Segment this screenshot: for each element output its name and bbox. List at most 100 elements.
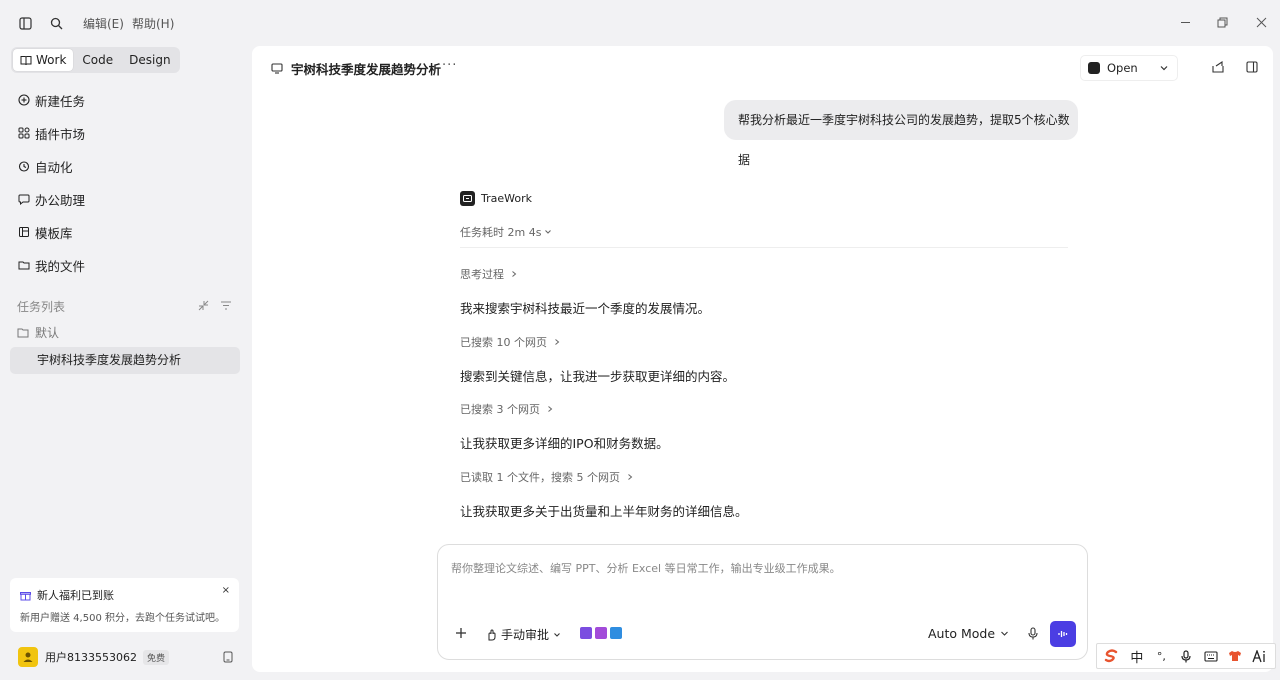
folder-default[interactable]: 默认: [17, 324, 59, 341]
mode-tabs: Work Code Design: [11, 47, 180, 73]
hand-icon: [488, 628, 496, 640]
book-icon: [20, 55, 32, 65]
step-text: 搜索到关键信息，让我进一步获取更详细的内容。: [460, 369, 736, 384]
sogou-logo-icon[interactable]: [1102, 646, 1122, 666]
chevron-down-icon[interactable]: [1159, 63, 1169, 73]
bot-header: TraeWork: [460, 191, 532, 206]
restore-icon[interactable]: [1213, 13, 1231, 31]
approval-mode-label: 手动审批: [501, 628, 550, 642]
plus-circle-icon: [18, 94, 30, 106]
open-button[interactable]: Open: [1080, 55, 1178, 81]
task-list-label: 任务列表: [17, 300, 66, 314]
phone-icon[interactable]: [220, 649, 236, 665]
nav-new-task-label: 新建任务: [35, 93, 86, 109]
step-search-label: 已搜索 3 个网页: [460, 403, 540, 416]
doc-title-row: 宇树科技季度发展趋势分析: [271, 59, 441, 78]
nav-plugin-market-label: 插件市场: [35, 126, 86, 142]
nav-automation-label: 自动化: [35, 159, 73, 175]
minimize-icon[interactable]: [1176, 13, 1194, 31]
chevron-down-icon: [554, 632, 560, 637]
step-thinking[interactable]: 思考过程: [460, 266, 517, 282]
composer-input[interactable]: 帮你整理论文综述、编写 PPT、分析 Excel 等日常工作，输出专业级工作成果…: [451, 560, 841, 576]
tab-work-label: Work: [36, 53, 67, 67]
bot-name: TraeWork: [481, 192, 532, 205]
image-tool-icon[interactable]: [595, 627, 607, 639]
menu-edit[interactable]: 编辑(E): [83, 15, 124, 32]
sidebar: Work Code Design 新建任务 插件市场 自动化 办公助理 模板库 …: [0, 46, 250, 680]
promo-title: 新人福利已到账: [37, 589, 114, 602]
step-thinking-label: 思考过程: [460, 268, 504, 281]
sidebar-toggle-icon[interactable]: [16, 14, 34, 32]
template-icon: [19, 227, 29, 237]
avatar: [18, 647, 38, 667]
step-read-label: 已读取 1 个文件，搜索 5 个网页: [460, 471, 620, 484]
share-icon[interactable]: [1210, 59, 1226, 75]
main-panel: 宇树科技季度发展趋势分析 ··· Open 帮我分析最近一季度宇树科技公司的发展…: [252, 46, 1273, 672]
chevron-down-icon: [1001, 631, 1008, 636]
plan-badge: 免费: [143, 649, 170, 665]
design-tool-icon[interactable]: [610, 627, 622, 639]
step-search[interactable]: 已搜索 3 个网页: [460, 401, 553, 417]
collapse-icon[interactable]: [196, 298, 210, 312]
step-search-label: 已搜索 10 个网页: [460, 336, 547, 349]
chevron-right-icon: [628, 474, 633, 480]
user-row[interactable]: 用户8133553062 免费: [18, 647, 236, 667]
nav-my-files[interactable]: 我的文件: [18, 255, 85, 275]
promo-close-icon[interactable]: ×: [222, 585, 230, 596]
ime-ai-icon[interactable]: [1250, 646, 1270, 666]
monitor-icon: [271, 63, 283, 74]
more-options-icon[interactable]: ···: [442, 58, 457, 73]
panel-toggle-icon[interactable]: [1244, 59, 1260, 75]
ime-keyboard-icon[interactable]: [1201, 646, 1221, 666]
promo-card: 新人福利已到账 新用户赠送 4,500 积分，去跑个任务试试吧。 ×: [10, 578, 239, 632]
task-duration[interactable]: 任务耗时 2m 4s: [460, 224, 552, 240]
ime-toolbar: 中 °,: [1096, 643, 1276, 669]
search-icon[interactable]: [47, 14, 65, 32]
nav-template-library[interactable]: 模板库: [18, 222, 73, 242]
chevron-right-icon: [512, 271, 517, 277]
tab-code[interactable]: Code: [75, 49, 120, 71]
ime-skin-icon[interactable]: [1225, 646, 1245, 666]
doc-title: 宇树科技季度发展趋势分析: [291, 62, 442, 77]
ime-voice-icon[interactable]: [1176, 646, 1196, 666]
auto-mode-select[interactable]: Auto Mode: [928, 626, 1009, 641]
promo-desc: 新用户赠送 4,500 积分，去跑个任务试试吧。: [20, 613, 225, 624]
step-read[interactable]: 已读取 1 个文件，搜索 5 个网页: [460, 469, 633, 485]
plugin-grid-icon: [18, 127, 30, 139]
ime-punctuation-toggle[interactable]: °,: [1151, 646, 1171, 666]
step-search[interactable]: 已搜索 10 个网页: [460, 334, 560, 350]
nav-automation[interactable]: 自动化: [18, 156, 73, 176]
divider: [460, 247, 1068, 248]
close-icon[interactable]: [1252, 13, 1270, 31]
microphone-icon[interactable]: [1026, 626, 1040, 640]
nav-office-assistant[interactable]: 办公助理: [18, 189, 85, 209]
open-label: Open: [1107, 61, 1138, 75]
nav-plugin-market[interactable]: 插件市场: [18, 123, 85, 143]
filter-icon[interactable]: [219, 298, 233, 312]
tool-icons: [580, 627, 622, 639]
task-item-active[interactable]: 宇树科技季度发展趋势分析: [10, 347, 240, 374]
approval-mode-select[interactable]: 手动审批: [486, 626, 561, 643]
nav-template-library-label: 模板库: [35, 225, 73, 241]
ime-language-toggle[interactable]: 中: [1127, 646, 1147, 666]
traework-logo-icon: [460, 191, 475, 206]
send-voice-button[interactable]: [1050, 621, 1076, 647]
composer: 帮你整理论文综述、编写 PPT、分析 Excel 等日常工作，输出专业级工作成果…: [437, 544, 1088, 660]
user-message-bubble: 帮我分析最近一季度宇树科技公司的发展趋势，提取5个核心数据: [724, 100, 1078, 167]
video-tool-icon[interactable]: [580, 627, 592, 639]
step-text: 让我获取更多详细的IPO和财务数据。: [460, 436, 669, 451]
tab-work[interactable]: Work: [13, 49, 74, 71]
title-bar: 编辑(E) 帮助(H): [0, 0, 1280, 46]
nav-my-files-label: 我的文件: [35, 258, 86, 274]
tab-design[interactable]: Design: [122, 49, 177, 71]
add-attachment-icon[interactable]: [454, 626, 468, 640]
app-logo-icon: [1088, 62, 1100, 74]
folder-icon: [18, 261, 30, 270]
auto-mode-label: Auto Mode: [928, 626, 996, 641]
menu-help[interactable]: 帮助(H): [132, 15, 174, 32]
nav-new-task[interactable]: 新建任务: [18, 90, 85, 110]
chevron-right-icon: [555, 339, 560, 345]
step-text: 让我获取更多关于出货量和上半年财务的详细信息。: [460, 504, 748, 519]
chevron-right-icon: [548, 406, 553, 412]
username: 用户8133553062: [45, 651, 137, 664]
